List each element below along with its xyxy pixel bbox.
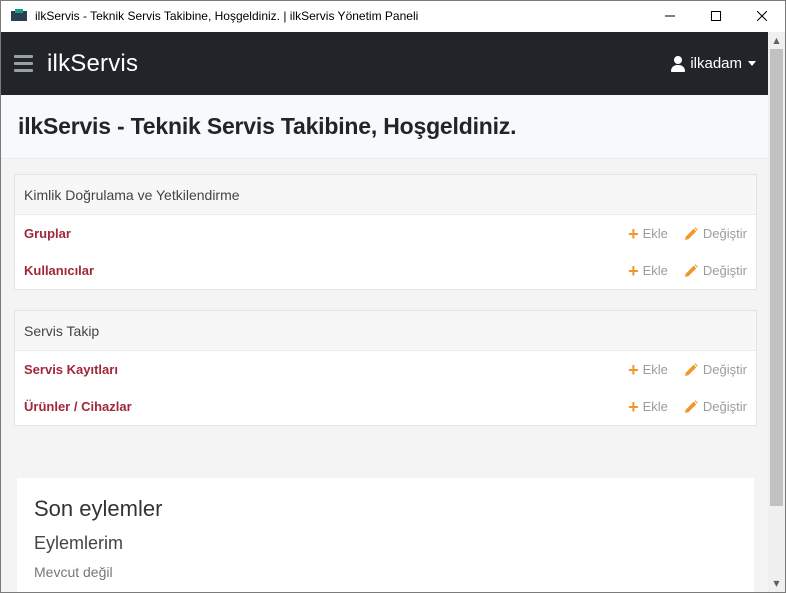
- minimize-button[interactable]: [647, 1, 693, 31]
- change-groups-link[interactable]: Değiştir: [684, 226, 747, 241]
- row-actions: + Ekle Değiştir: [628, 351, 747, 388]
- plus-icon: +: [628, 359, 639, 380]
- model-row-products: Ürünler / Cihazlar + Ekle Değiştir: [15, 388, 756, 425]
- recent-actions-title: Son eylemler: [34, 496, 163, 521]
- pencil-icon: [684, 226, 698, 241]
- maximize-icon: [711, 11, 721, 21]
- change-service-records-link[interactable]: Değiştir: [684, 362, 747, 377]
- add-groups-link[interactable]: + Ekle: [628, 225, 668, 243]
- maximize-button[interactable]: [693, 1, 739, 31]
- add-service-records-link[interactable]: + Ekle: [628, 361, 668, 379]
- change-label: Değiştir: [702, 399, 747, 414]
- vertical-scrollbar[interactable]: ▲ ▼: [768, 32, 785, 592]
- page-header: ilkServis - Teknik Servis Takibine, Hoşg…: [1, 95, 769, 159]
- top-navbar: ilkServis ilkadam: [1, 32, 769, 95]
- pencil-icon: [684, 399, 698, 414]
- row-actions: + Ekle Değiştir: [628, 388, 747, 425]
- close-icon: [757, 11, 767, 21]
- menu-toggle-icon[interactable]: [14, 55, 33, 72]
- app-icon: [11, 9, 27, 23]
- model-row-users: Kullanıcılar + Ekle Değiştir: [15, 252, 756, 289]
- no-actions-text: Mevcut değil: [34, 564, 113, 580]
- scrollbar-thumb[interactable]: [770, 49, 783, 506]
- change-products-link[interactable]: Değiştir: [684, 399, 747, 414]
- model-row-groups: Gruplar + Ekle Değiştir: [15, 215, 756, 252]
- model-link-users[interactable]: Kullanıcılar: [24, 263, 94, 278]
- add-label: Ekle: [642, 399, 668, 414]
- page-title: ilkServis - Teknik Servis Takibine, Hoşg…: [18, 113, 517, 139]
- plus-icon: +: [628, 396, 639, 417]
- window-controls: [647, 1, 785, 31]
- user-icon: [671, 55, 686, 72]
- browser-window: ilkServis - Teknik Servis Takibine, Hoşg…: [0, 0, 786, 593]
- module-auth: Kimlik Doğrulama ve Yetkilendirme Grupla…: [14, 174, 757, 290]
- brand-link[interactable]: ilkServis: [47, 50, 138, 78]
- model-row-service-records: Servis Kayıtları + Ekle Değiştir: [15, 351, 756, 388]
- user-menu-dropdown[interactable]: ilkadam: [671, 32, 756, 95]
- window-title: ilkServis - Teknik Servis Takibine, Hoşg…: [35, 9, 419, 23]
- module-title: Kimlik Doğrulama ve Yetkilendirme: [15, 175, 756, 215]
- row-actions: + Ekle Değiştir: [628, 252, 747, 289]
- model-link-products[interactable]: Ürünler / Cihazlar: [24, 399, 132, 414]
- row-actions: + Ekle Değiştir: [628, 215, 747, 252]
- plus-icon: +: [628, 260, 639, 281]
- change-users-link[interactable]: Değiştir: [684, 263, 747, 278]
- pencil-icon: [684, 263, 698, 278]
- username-label: ilkadam: [690, 55, 742, 72]
- window-titlebar[interactable]: ilkServis - Teknik Servis Takibine, Hoşg…: [1, 1, 785, 31]
- add-users-link[interactable]: + Ekle: [628, 262, 668, 280]
- scroll-down-icon[interactable]: ▼: [768, 575, 785, 592]
- module-service-tracking: Servis Takip Servis Kayıtları + Ekle Değ…: [14, 310, 757, 426]
- scroll-up-icon[interactable]: ▲: [768, 32, 785, 49]
- add-label: Ekle: [642, 263, 668, 278]
- module-title: Servis Takip: [15, 311, 756, 351]
- add-label: Ekle: [642, 226, 668, 241]
- recent-actions-panel: Son eylemler Eylemlerim Mevcut değil: [17, 478, 754, 592]
- change-label: Değiştir: [702, 263, 747, 278]
- change-label: Değiştir: [702, 362, 747, 377]
- model-link-service-records[interactable]: Servis Kayıtları: [24, 362, 118, 377]
- close-button[interactable]: [739, 1, 785, 31]
- model-link-groups[interactable]: Gruplar: [24, 226, 71, 241]
- page-content: ilkServis ilkadam ilkServis - Teknik Ser…: [1, 32, 769, 592]
- add-products-link[interactable]: + Ekle: [628, 398, 668, 416]
- pencil-icon: [684, 362, 698, 377]
- add-label: Ekle: [642, 362, 668, 377]
- change-label: Değiştir: [702, 226, 747, 241]
- minimize-icon: [665, 15, 675, 17]
- plus-icon: +: [628, 223, 639, 244]
- caret-down-icon: [748, 61, 756, 66]
- my-actions-subtitle: Eylemlerim: [34, 533, 124, 553]
